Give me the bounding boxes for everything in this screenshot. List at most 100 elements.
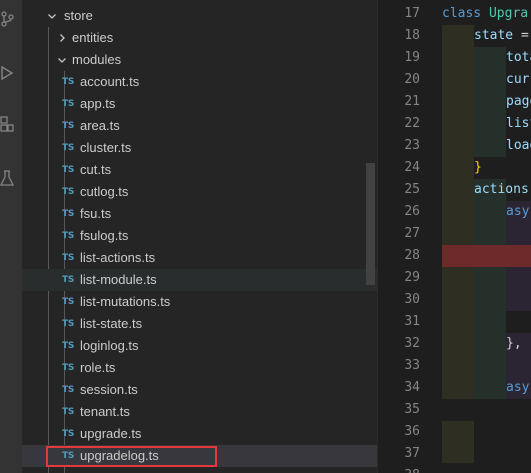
file-item[interactable]: TS role.ts	[22, 357, 377, 379]
file-label: list-actions.ts	[80, 250, 156, 265]
typescript-file-icon: TS	[62, 143, 75, 153]
typescript-file-icon: TS	[62, 363, 75, 373]
file-label: cluster.ts	[80, 140, 132, 155]
file-item[interactable]: TS cluster.ts	[22, 137, 377, 159]
line-number: 17	[404, 6, 420, 21]
line-number: 28	[404, 248, 420, 263]
source-control-icon[interactable]	[0, 8, 22, 30]
typescript-file-icon: TS	[62, 407, 75, 417]
line-number: 32	[404, 336, 420, 351]
vscode-window: store entities modules TS account.ts TS …	[0, 0, 531, 473]
file-label: list-mutations.ts	[80, 294, 171, 309]
file-label: fsulog.ts	[80, 228, 129, 243]
file-label: area.ts	[80, 118, 120, 133]
file-item[interactable]: TS fsu.ts	[22, 203, 377, 225]
file-item[interactable]: TS area.ts	[22, 115, 377, 137]
code-line: actions	[474, 182, 529, 197]
code-line: state =	[474, 25, 529, 47]
file-item[interactable]: TS cut.ts	[22, 159, 377, 181]
typescript-file-icon: TS	[62, 209, 75, 219]
line-number: 18	[404, 28, 420, 43]
activity-bar	[0, 0, 23, 473]
typescript-file-icon: TS	[62, 99, 75, 109]
line-number: 20	[404, 72, 420, 87]
file-label: session.ts	[80, 382, 138, 397]
code-editor[interactable]: 17 18 19 20 21 22 23 24 25 26 27 28 29 3…	[377, 0, 531, 473]
code-line: class Upgra	[442, 3, 528, 25]
indent-band	[442, 25, 474, 157]
code-line: page	[506, 94, 531, 109]
file-item[interactable]: TS list-mutations.ts	[22, 291, 377, 313]
line-number: 38	[378, 465, 420, 473]
typescript-file-icon: TS	[62, 429, 75, 439]
file-label: app.ts	[80, 96, 116, 111]
file-item[interactable]: TS cutlog.ts	[22, 181, 377, 203]
explorer-sidebar: store entities modules TS account.ts TS …	[22, 0, 377, 473]
file-label: upgradelog.ts	[80, 448, 159, 463]
folder-label: store	[64, 8, 93, 23]
typescript-file-icon: TS	[62, 165, 75, 175]
line-number: 22	[404, 116, 420, 131]
folder-entities[interactable]: entities	[22, 27, 377, 49]
code-line: },	[506, 336, 522, 351]
file-item[interactable]: TS upgrade.ts	[22, 423, 377, 445]
extensions-icon[interactable]	[0, 114, 22, 136]
typescript-file-icon: TS	[62, 77, 75, 87]
class-name-token: Upgra	[488, 6, 529, 21]
chevron-down-icon	[48, 14, 56, 19]
code-line: asy	[506, 380, 530, 395]
typescript-file-icon: TS	[62, 385, 75, 395]
code-area[interactable]: class Upgra state = tota curr page list …	[442, 0, 531, 473]
chevron-right-icon	[60, 34, 65, 42]
folder-label: entities	[72, 30, 114, 45]
file-label: list-module.ts	[80, 272, 157, 287]
file-label: account.ts	[80, 74, 140, 89]
line-number: 21	[404, 94, 420, 109]
folder-modules[interactable]: modules	[22, 49, 377, 71]
typescript-file-icon: TS	[62, 121, 75, 131]
folder-store[interactable]: store	[22, 5, 377, 27]
typescript-file-icon: TS	[62, 231, 75, 241]
file-label: cutlog.ts	[80, 184, 129, 199]
file-label: cut.ts	[80, 162, 112, 177]
file-item[interactable]: TS tenant.ts	[22, 401, 377, 423]
file-item[interactable]: TS list-module.ts	[22, 269, 377, 291]
line-number: 23	[404, 138, 420, 153]
line-number: 31	[404, 314, 420, 329]
line-number: 26	[404, 204, 420, 219]
file-item[interactable]: TS list-state.ts	[22, 313, 377, 335]
run-debug-icon[interactable]	[0, 62, 22, 84]
line-number: 19	[404, 50, 420, 65]
code-line: }	[474, 160, 482, 175]
line-number: 33	[404, 358, 420, 373]
line-number: 27	[404, 226, 420, 241]
keyword-token: class	[442, 6, 482, 21]
sidebar-scrollbar[interactable]	[366, 163, 375, 285]
line-number: 25	[404, 182, 420, 197]
file-label: role.ts	[80, 360, 116, 375]
typescript-file-icon: TS	[62, 275, 75, 285]
error-line-highlight	[442, 245, 531, 267]
file-item[interactable]: TS account.ts	[22, 71, 377, 93]
folder-label: modules	[72, 52, 122, 67]
file-item[interactable]: TS session.ts	[22, 379, 377, 401]
file-item[interactable]: TS loginlog.ts	[22, 335, 377, 357]
file-label: loginlog.ts	[80, 338, 139, 353]
chevron-down-icon	[58, 58, 66, 63]
typescript-file-icon: TS	[62, 253, 75, 263]
line-number: 37	[404, 446, 420, 461]
file-item-selected[interactable]: TS upgradelog.ts	[22, 445, 377, 467]
testing-flask-icon[interactable]	[0, 168, 22, 190]
file-label: tenant.ts	[80, 404, 130, 419]
line-number: 30	[404, 292, 420, 307]
code-line: list	[506, 116, 531, 131]
file-label: fsu.ts	[80, 206, 112, 221]
code-line: curr	[506, 72, 531, 87]
blank-line	[442, 399, 531, 421]
typescript-file-icon: TS	[62, 319, 75, 329]
file-item[interactable]: TS app.ts	[22, 93, 377, 115]
file-item[interactable]: TS fsulog.ts	[22, 225, 377, 247]
indent-band	[474, 179, 506, 419]
file-item[interactable]: TS list-actions.ts	[22, 247, 377, 269]
line-number: 34	[404, 380, 420, 395]
